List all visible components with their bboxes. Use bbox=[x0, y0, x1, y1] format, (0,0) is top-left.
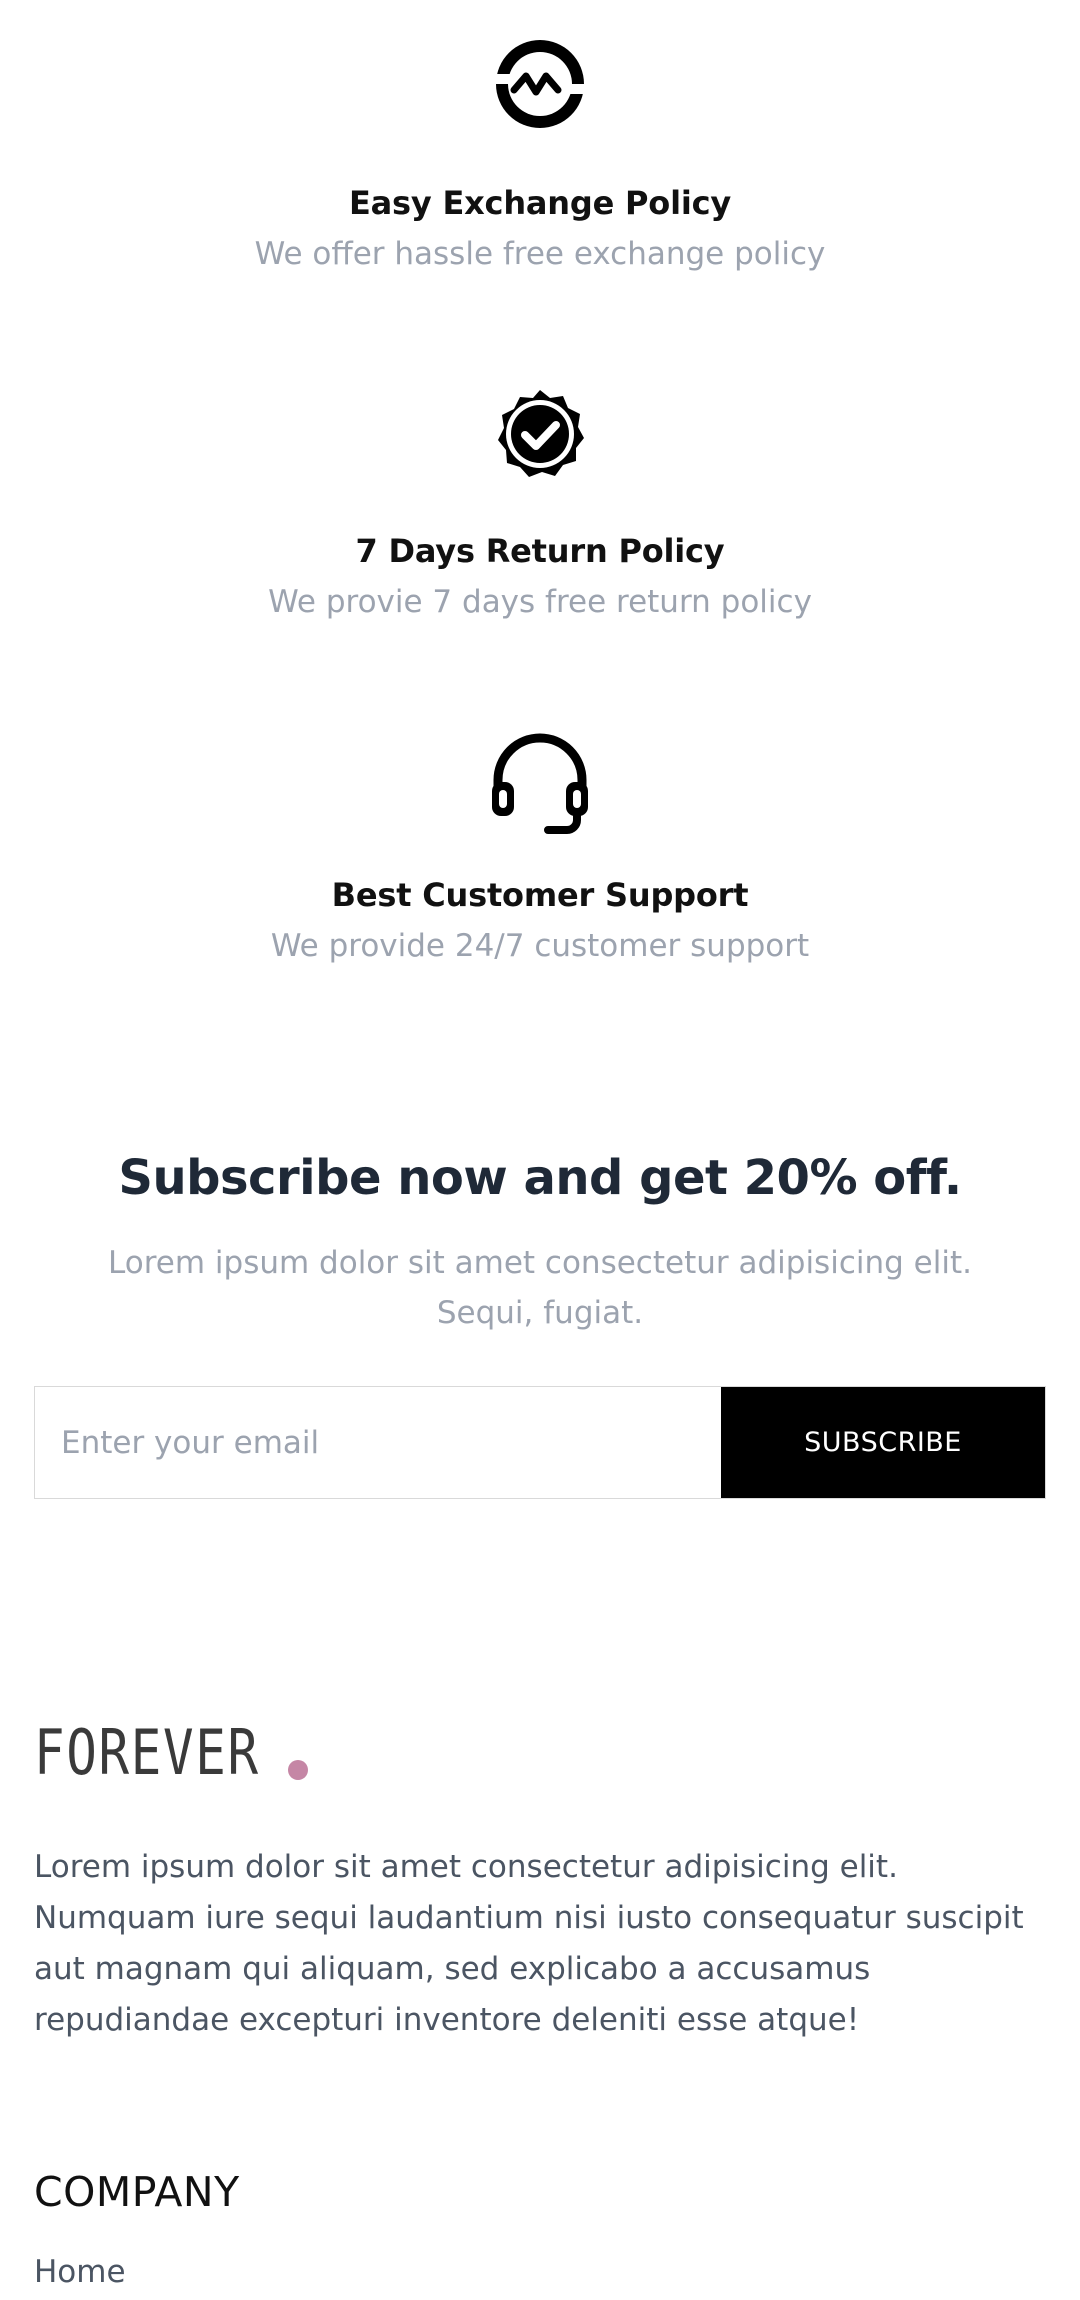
subscribe-text: Lorem ipsum dolor sit amet consectetur a… bbox=[108, 1245, 972, 1331]
logo-text: FOREVER bbox=[34, 1716, 260, 1789]
subscribe-title: Subscribe now and get 20% off. bbox=[118, 1150, 962, 1206]
company-heading: COMPANY bbox=[34, 2168, 240, 2216]
subscribe-form: SUBSCRIBE bbox=[34, 1386, 1046, 1499]
logo[interactable]: FOREVER bbox=[34, 1722, 309, 1784]
email-input[interactable] bbox=[35, 1387, 721, 1498]
headset-icon bbox=[492, 733, 588, 834]
policy-return: 7 Days Return Policy We provie 7 days fr… bbox=[0, 388, 1080, 620]
footer-link-home[interactable]: Home bbox=[34, 2254, 126, 2290]
policy-description: We provide 24/7 customer support bbox=[270, 928, 810, 964]
policy-title: 7 Days Return Policy bbox=[355, 532, 725, 570]
subscribe-section: Subscribe now and get 20% off. Lorem ips… bbox=[0, 1150, 1080, 1338]
subscribe-button[interactable]: SUBSCRIBE bbox=[721, 1387, 1045, 1498]
quality-badge-icon bbox=[498, 390, 584, 477]
policy-exchange: Easy Exchange Policy We offer hassle fre… bbox=[0, 40, 1080, 272]
footer-description: Lorem ipsum dolor sit amet consectetur a… bbox=[34, 1849, 1024, 2038]
policy-title: Best Customer Support bbox=[331, 876, 749, 914]
logo-dot-icon bbox=[288, 1760, 308, 1780]
policy-description: We offer hassle free exchange policy bbox=[254, 236, 826, 272]
page: Easy Exchange Policy We offer hassle fre… bbox=[0, 0, 1080, 2300]
policy-support: Best Customer Support We provide 24/7 cu… bbox=[0, 730, 1080, 964]
policy-title: Easy Exchange Policy bbox=[348, 184, 732, 222]
policy-description: We provie 7 days free return policy bbox=[268, 584, 812, 620]
exchange-icon bbox=[496, 40, 584, 128]
